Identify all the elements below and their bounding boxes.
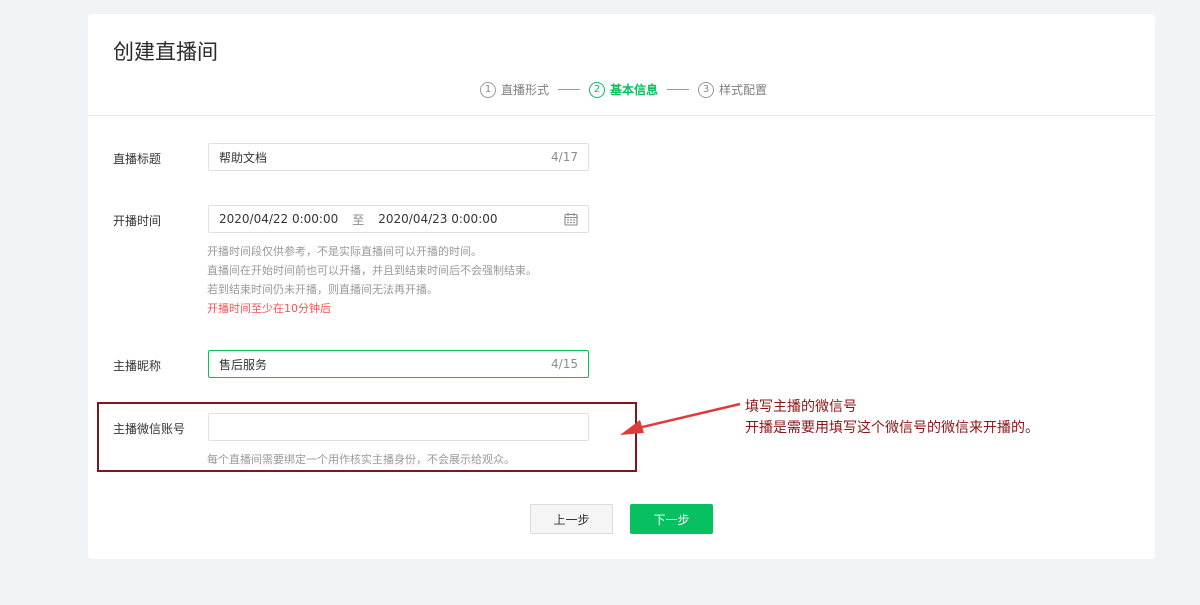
step-number: 1 [480, 81, 496, 98]
step-label: 直播形式 [501, 83, 550, 97]
annotation-text: 填写主播的微信号 开播是需要用填写这个微信号的微信来开播的。 [745, 397, 1039, 439]
time-hint-line: 开播时间段仅供参考，不是实际直播间可以开播的时间。 [207, 245, 482, 258]
time-range-picker[interactable]: 2020/04/22 0:00:00 至 2020/04/23 0:00:00 [208, 205, 589, 233]
next-step-button[interactable]: 下一步 [630, 504, 713, 534]
time-hint-line: 直播间在开始时间前也可以开播，并且到结束时间后不会强制结束。 [207, 264, 537, 277]
nickname-label: 主播昵称 [113, 359, 162, 373]
stepper: 1 直播形式 2 基本信息 3 样式配置 [480, 81, 767, 98]
nickname-input-value: 售后服务 [219, 357, 268, 372]
title-char-counter: 4/17 [551, 150, 578, 164]
start-time-value: 2020/04/22 0:00:00 [219, 212, 339, 226]
time-hint-line: 若到结束时间仍未开播，则直播间无法再开播。 [207, 283, 438, 296]
step-number: 3 [698, 81, 715, 98]
end-time-value: 2020/04/23 0:00:00 [378, 212, 498, 226]
calendar-icon[interactable] [564, 212, 578, 226]
page-title: 创建直播间 [113, 40, 218, 64]
step-connector [667, 89, 690, 90]
annotation-highlight-box [97, 402, 637, 472]
create-live-room-card: 创建直播间 1 直播形式 2 基本信息 3 样式配置 直播标题 帮助文档 4/1… [88, 14, 1155, 559]
time-warning: 开播时间至少在10分钟后 [207, 302, 331, 315]
time-separator: 至 [352, 212, 365, 227]
step-label: 基本信息 [610, 83, 659, 97]
nickname-input[interactable]: 售后服务 4/15 [208, 350, 589, 378]
title-input-value: 帮助文档 [219, 150, 268, 165]
header-divider [88, 115, 1155, 116]
step-number: 2 [589, 81, 606, 98]
step-connector [558, 89, 581, 90]
annotation-arrow-icon [620, 402, 741, 435]
step-3: 3 样式配置 [698, 81, 767, 98]
step-label: 样式配置 [719, 83, 768, 97]
step-2: 2 基本信息 [589, 81, 658, 98]
prev-step-button[interactable]: 上一步 [530, 504, 613, 534]
time-label: 开播时间 [113, 214, 162, 228]
nickname-char-counter: 4/15 [551, 357, 578, 371]
title-label: 直播标题 [113, 152, 162, 166]
step-1: 1 直播形式 [480, 81, 549, 98]
annotation-line: 填写主播的微信号 [745, 399, 857, 415]
annotation-line: 开播是需要用填写这个微信号的微信来开播的。 [745, 420, 1039, 436]
time-hint: 开播时间段仅供参考，不是实际直播间可以开播的时间。 直播间在开始时间前也可以开播… [207, 242, 537, 318]
title-input[interactable]: 帮助文档 4/17 [208, 143, 589, 171]
